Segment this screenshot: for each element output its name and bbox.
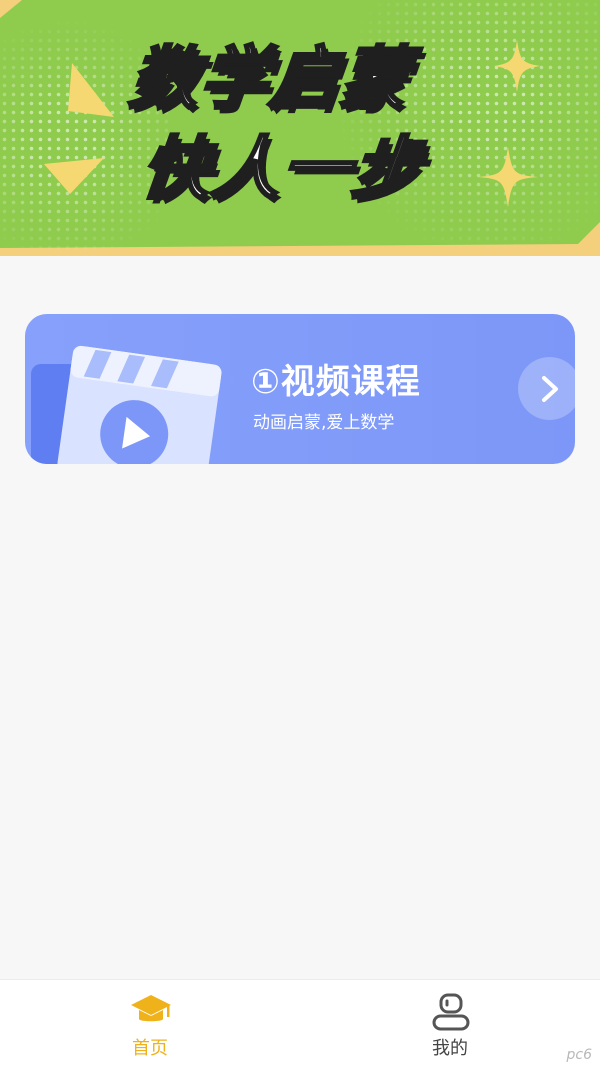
video-course-card[interactable]: ①视频课程 动画启蒙,爱上数学 xyxy=(25,314,575,464)
tab-mine-label: 我的 xyxy=(432,1038,468,1059)
video-clapperboard-icon xyxy=(31,345,222,464)
banner-dot-pattern-left xyxy=(0,0,170,256)
tab-home-label: 首页 xyxy=(132,1038,168,1059)
card-title: ①视频课程 xyxy=(251,362,421,402)
card-subtitle: 动画启蒙,爱上数学 xyxy=(253,413,395,433)
banner-headline-line1: 数学启蒙 xyxy=(124,39,415,121)
banner-dot-pattern-right xyxy=(330,0,600,256)
chevron-right-icon xyxy=(541,375,558,402)
sparkle-icon xyxy=(494,40,540,92)
robot-profile-icon xyxy=(432,993,470,1031)
watermark: pc6 xyxy=(566,1047,593,1063)
hero-banner: 数学启蒙 快人一步 xyxy=(0,0,600,256)
banner-headline-line2: 快人一步 xyxy=(136,129,427,211)
tab-home[interactable]: 首页 xyxy=(90,980,210,1068)
triangle-decoration-icon xyxy=(44,158,104,194)
graduation-cap-icon xyxy=(131,995,171,1022)
card-arrow-button[interactable] xyxy=(518,357,575,420)
bottom-tab-bar: 首页 我的 xyxy=(0,979,600,1068)
tab-mine[interactable]: 我的 xyxy=(390,980,510,1068)
triangle-decoration-icon xyxy=(68,63,114,117)
